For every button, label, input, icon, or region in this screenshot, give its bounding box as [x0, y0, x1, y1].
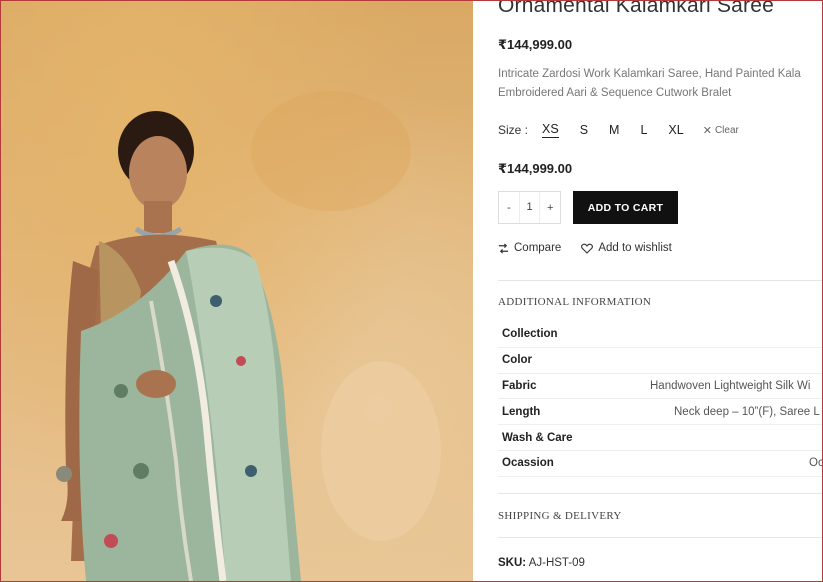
- table-row: Collection: [498, 322, 823, 348]
- divider: [498, 493, 823, 494]
- info-key: Fabric: [502, 379, 537, 392]
- close-icon: ✕: [702, 124, 712, 137]
- info-value: Neck deep – 10”(F), Saree L: [674, 405, 820, 418]
- quantity-plus-button[interactable]: +: [540, 202, 560, 214]
- info-key: Wash & Care: [502, 431, 573, 444]
- info-key: Ocassion: [502, 457, 554, 470]
- wishlist-link[interactable]: Add to wishlist: [581, 242, 672, 254]
- table-row: Length Neck deep – 10”(F), Saree L: [498, 399, 823, 426]
- model-illustration: [56, 91, 441, 581]
- table-row: Ocassion Oc: [498, 451, 823, 477]
- additional-info-table: Collection Color Fabric Handwoven Lightw…: [498, 322, 823, 477]
- product-description: Intricate Zardosi Work Kalamkari Saree, …: [498, 65, 823, 103]
- table-row: Fabric Handwoven Lightweight Silk Wi: [498, 374, 823, 400]
- additional-info-title[interactable]: ADDITIONAL INFORMATION: [498, 296, 651, 308]
- size-option-xs[interactable]: XS: [542, 122, 559, 138]
- description-line: Intricate Zardosi Work Kalamkari Saree, …: [498, 68, 801, 80]
- add-to-cart-button[interactable]: ADD TO CART: [573, 191, 678, 224]
- clear-label: Clear: [714, 124, 739, 136]
- compare-label: Compare: [514, 242, 562, 254]
- divider: [498, 280, 823, 281]
- info-value: Handwoven Lightweight Silk Wi: [650, 379, 811, 392]
- divider: [498, 537, 823, 538]
- product-image[interactable]: [1, 1, 473, 581]
- compare-link[interactable]: Compare: [498, 242, 561, 254]
- product-sku: SKU: AJ-HST-09: [498, 557, 585, 569]
- quantity-input[interactable]: 1: [518, 192, 541, 223]
- quantity-minus-button[interactable]: -: [499, 202, 519, 214]
- size-option-xl[interactable]: XL: [668, 123, 683, 137]
- info-key: Collection: [502, 328, 558, 341]
- size-option-m[interactable]: M: [609, 123, 619, 137]
- table-row: Wash & Care: [498, 425, 823, 451]
- product-title: Ornamental Kalamkari Saree: [498, 0, 774, 17]
- info-key: Color: [502, 354, 533, 367]
- product-summary: Ornamental Kalamkari Saree ₹144,999.00 I…: [473, 0, 823, 582]
- clear-selection-link[interactable]: ✕ Clear: [703, 124, 739, 137]
- table-row: Color: [498, 348, 823, 374]
- size-option-s[interactable]: S: [580, 123, 588, 137]
- quantity-stepper: - 1 +: [498, 191, 561, 224]
- info-key: Length: [502, 405, 541, 418]
- size-selector: Size : XS S M L XL ✕ Clear: [498, 121, 739, 139]
- info-value: Oc: [809, 457, 823, 470]
- product-actions: Compare Add to wishlist: [498, 242, 692, 254]
- sku-value: AJ-HST-09: [528, 557, 585, 569]
- shipping-delivery-title[interactable]: SHIPPING & DELIVERY: [498, 510, 622, 522]
- size-label: Size :: [498, 123, 529, 137]
- compare-arrows-icon: [498, 242, 509, 254]
- description-line: Embroidered Aari & Sequence Cutwork Bral…: [498, 87, 732, 99]
- product-price: ₹144,999.00: [498, 37, 573, 52]
- variation-price: ₹144,999.00: [498, 161, 573, 176]
- heart-icon: [581, 243, 594, 254]
- size-option-l[interactable]: L: [640, 123, 647, 137]
- wishlist-label: Add to wishlist: [598, 242, 672, 254]
- sku-label: SKU:: [498, 557, 527, 569]
